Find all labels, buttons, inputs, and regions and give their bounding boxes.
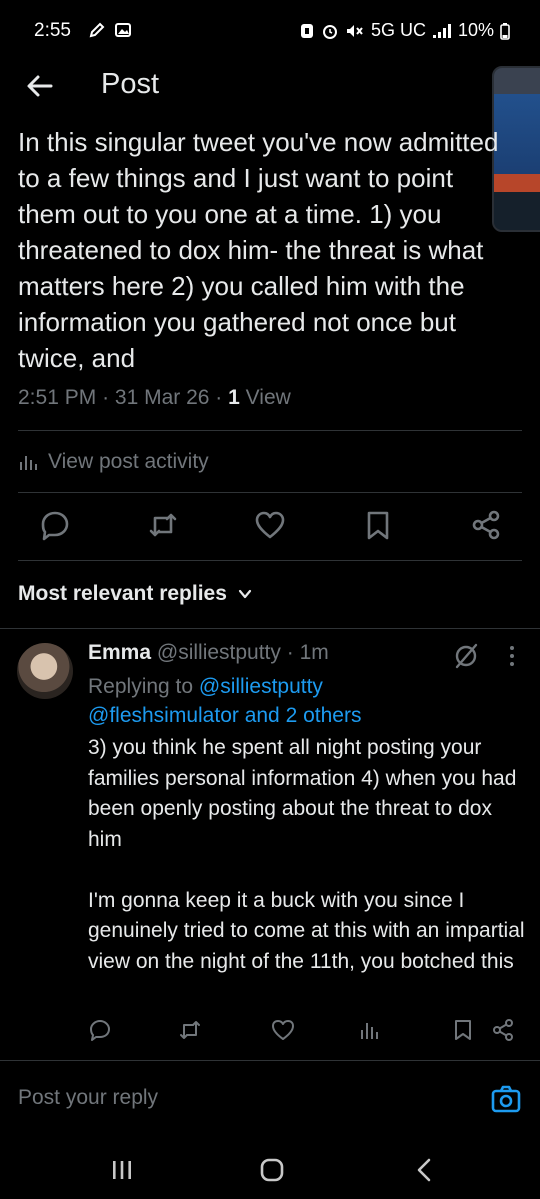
chevron-left-icon	[417, 1158, 431, 1182]
reply-share-button[interactable]	[491, 1018, 515, 1042]
retweet-icon	[180, 1021, 200, 1039]
top-header: Post	[0, 60, 540, 232]
view-label: View	[245, 386, 291, 409]
divider	[18, 560, 522, 561]
analytics-icon	[361, 1023, 378, 1039]
retweet-button[interactable]	[146, 508, 180, 542]
reply-button[interactable]	[38, 508, 72, 542]
bookmark-icon	[455, 1020, 471, 1040]
reply-like-button[interactable]	[271, 1018, 295, 1042]
reply-retweet-button[interactable]	[178, 1018, 202, 1042]
post-meta: 2:51 PM · 31 Mar 26 · 1 View	[18, 386, 291, 409]
replies-sort-label: Most relevant replies	[18, 582, 227, 605]
share-icon	[472, 510, 500, 540]
pen-icon	[89, 22, 105, 38]
arrow-left-icon	[27, 75, 53, 97]
status-right: 5G UC 10%	[299, 20, 510, 41]
share-icon	[493, 1019, 513, 1041]
post-time: 2:51 PM	[18, 386, 97, 409]
reply-author-handle[interactable]: @silliestputty	[157, 641, 281, 664]
reply-icon	[90, 1020, 110, 1041]
replying-to-prefix: Replying to	[88, 675, 194, 698]
status-bar: 2:55 5G UC 10%	[0, 0, 540, 60]
view-post-activity-label: View post activity	[48, 450, 209, 473]
reply-composer: Post your reply	[0, 1060, 540, 1136]
chevron-down-icon	[238, 589, 252, 599]
avatar[interactable]	[17, 643, 73, 699]
view-post-activity-button[interactable]: View post activity	[18, 450, 209, 474]
recents-icon	[113, 1161, 131, 1179]
reply-bookmark-button[interactable]	[451, 1018, 475, 1042]
recents-button[interactable]	[107, 1156, 137, 1184]
reply-views-button[interactable]	[358, 1018, 382, 1042]
reply-header: Emma @silliestputty · 1m	[88, 641, 329, 664]
camera-icon	[491, 1085, 521, 1113]
reply-actions	[0, 1018, 540, 1046]
camera-button[interactable]	[490, 1083, 522, 1115]
home-button[interactable]	[257, 1156, 287, 1184]
system-back-button[interactable]	[410, 1156, 440, 1184]
page-title: Post	[101, 68, 160, 100]
grok-button[interactable]	[452, 642, 480, 670]
replying-to-link[interactable]: @silliestputty	[199, 675, 323, 698]
like-icon	[272, 1020, 294, 1040]
signal-icon	[432, 23, 451, 38]
reply-text: 3) you think he spent all night posting …	[88, 736, 525, 973]
more-options-button[interactable]	[502, 644, 522, 668]
bookmark-icon	[367, 511, 389, 540]
alarm-icon	[322, 24, 337, 39]
reply-input[interactable]: Post your reply	[18, 1086, 158, 1110]
grok-icon	[455, 643, 478, 669]
divider	[18, 430, 522, 431]
like-button[interactable]	[253, 508, 287, 542]
more-vertical-icon	[510, 646, 514, 666]
bixby-icon	[300, 23, 313, 38]
like-icon	[255, 511, 285, 539]
view-count: 1	[228, 386, 240, 409]
replying-to-others-link[interactable]: @fleshsimulator and 2 others	[88, 704, 361, 727]
mute-icon	[346, 24, 363, 37]
home-icon	[260, 1158, 284, 1182]
battery-label: 10%	[457, 20, 494, 40]
share-button[interactable]	[469, 508, 503, 542]
post-date: 31 Mar 26	[114, 386, 210, 409]
status-left-icons	[88, 21, 132, 39]
image-icon	[115, 23, 131, 37]
reply-age: 1m	[299, 641, 329, 664]
system-nav-bar	[0, 1140, 540, 1199]
bookmark-button[interactable]	[361, 508, 395, 542]
retweet-icon	[149, 513, 177, 537]
post-text: In this singular tweet you've now admitt…	[18, 127, 499, 373]
divider	[0, 628, 540, 629]
analytics-icon	[20, 456, 37, 470]
battery-icon	[500, 22, 510, 40]
replying-to: Replying to @silliestputty @fleshsimulat…	[88, 672, 508, 730]
post-actions	[0, 508, 540, 548]
status-time: 2:55	[34, 20, 71, 41]
back-button[interactable]	[24, 70, 56, 102]
replies-sort-dropdown[interactable]: Most relevant replies	[18, 582, 253, 606]
divider	[18, 492, 522, 493]
reply-reply-button[interactable]	[88, 1018, 112, 1042]
reply-author-name[interactable]: Emma	[88, 641, 151, 664]
network-label: 5G UC	[370, 20, 426, 40]
reply-icon	[41, 511, 69, 541]
